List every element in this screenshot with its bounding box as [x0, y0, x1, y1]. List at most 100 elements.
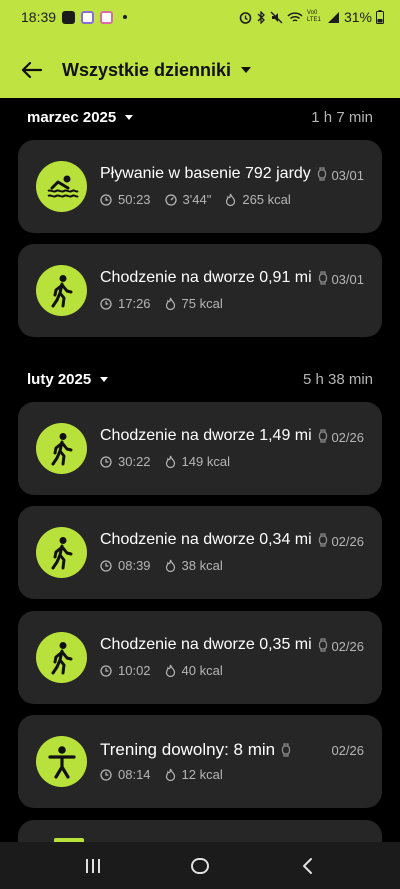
notification-app-icon: [62, 10, 76, 24]
flame-icon: [226, 193, 236, 206]
duration-value: 10:02: [118, 663, 151, 678]
flame-icon: [165, 768, 175, 781]
entry-date: 02/26: [331, 534, 364, 549]
recents-button[interactable]: [63, 846, 123, 886]
notification-app-icon: [81, 10, 95, 24]
duration-value: 17:26: [118, 296, 151, 311]
clock-icon: [100, 455, 112, 468]
duration-value: 08:14: [118, 767, 151, 782]
month-label: marzec 2025: [27, 108, 117, 126]
watch-icon: [317, 167, 326, 181]
signal-icon: [327, 11, 339, 23]
nav-back-button[interactable]: [277, 846, 337, 886]
recents-icon: [86, 858, 101, 873]
flame-icon: [165, 455, 175, 468]
calories-value: 149 kcal: [181, 454, 230, 469]
clock-icon: [100, 559, 112, 572]
flame-icon: [165, 559, 175, 572]
entry-date: 03/01: [331, 272, 364, 287]
mute-icon: [270, 11, 283, 23]
month-header[interactable]: marzec 2025 1 h 7 min: [27, 105, 373, 129]
status-time: 18:39: [21, 9, 57, 25]
entry-date: 02/26: [331, 430, 364, 445]
walking-icon: [36, 265, 87, 316]
walking-icon: [36, 527, 87, 578]
chevron-down-icon: [100, 376, 109, 382]
month-total-duration: 1 h 7 min: [311, 108, 373, 126]
header-area: 18:39 Vo0 LTE1 31% Wszystkie dzienniki: [0, 0, 400, 98]
duration-value: 50:23: [118, 192, 151, 207]
pace-value: 3'44": [182, 192, 212, 207]
status-bar: 18:39 Vo0 LTE1 31%: [0, 0, 400, 34]
entry-title-text: Pływanie w basenie 792 jardy: [100, 165, 311, 182]
watch-icon: [281, 743, 291, 757]
entry-title: Trening dowolny: 8 min: [100, 740, 291, 760]
alarm-icon: [239, 11, 252, 24]
month-total-duration: 5 h 38 min: [302, 370, 373, 388]
watch-icon: [318, 638, 327, 652]
log-entry-card[interactable]: Chodzenie na dworze 0,91 mi 03/01 17:26 …: [18, 244, 382, 337]
entry-date: 02/26: [331, 743, 364, 758]
duration-value: 08:39: [118, 558, 151, 573]
entry-date: 02/26: [331, 639, 364, 654]
notification-app-icon: [100, 10, 114, 24]
pace-icon: [164, 193, 177, 206]
duration-value: 30:22: [118, 454, 151, 469]
battery-level: 31%: [343, 9, 372, 25]
page-title: Wszystkie dzienniki: [62, 59, 232, 80]
watch-icon: [318, 429, 327, 443]
network-label: Vo0 LTE1: [306, 10, 321, 23]
bluetooth-icon: [257, 10, 265, 24]
entry-stats: 30:22 149 kcal: [100, 454, 244, 469]
entry-title-text: Trening dowolny: 8 min: [100, 740, 276, 759]
home-button[interactable]: [170, 846, 230, 886]
log-entry-card[interactable]: Chodzenie na dworze 0,35 mi 02/26 10:02 …: [18, 611, 382, 704]
calories-value: 38 kcal: [181, 558, 223, 573]
walking-icon: [36, 423, 87, 474]
chevron-down-icon: [125, 114, 134, 120]
arrow-left-icon: [21, 61, 42, 79]
entry-date: 03/01: [331, 168, 364, 183]
walking-icon: [36, 632, 87, 683]
calories-value: 75 kcal: [181, 296, 223, 311]
calories-value: 40 kcal: [181, 663, 223, 678]
calories-value: 12 kcal: [181, 767, 223, 782]
clock-icon: [100, 193, 112, 206]
battery-icon: [376, 10, 384, 24]
entry-stats: 10:02 40 kcal: [100, 663, 237, 678]
entry-stats: 08:14 12 kcal: [100, 767, 237, 782]
system-nav-bar: [0, 842, 400, 889]
app-bar: Wszystkie dzienniki: [0, 46, 400, 94]
entry-title: Pływanie w basenie 792 jardy: [100, 165, 327, 183]
person-icon: [36, 736, 87, 787]
month-label: luty 2025: [27, 370, 92, 388]
entry-title: Chodzenie na dworze 1,49 mi: [100, 427, 328, 445]
log-entry-card[interactable]: Chodzenie na dworze 1,49 mi 02/26 30:22 …: [18, 402, 382, 495]
calories-value: 265 kcal: [242, 192, 291, 207]
entry-title: Chodzenie na dworze 0,35 mi: [100, 636, 328, 654]
clock-icon: [100, 664, 112, 677]
log-entry-card[interactable]: Pływanie w basenie 792 jardy 03/01 50:23…: [18, 140, 382, 233]
month-header[interactable]: luty 2025 5 h 38 min: [27, 367, 373, 391]
back-button[interactable]: [0, 46, 62, 94]
entry-title-text: Chodzenie na dworze 0,91 mi: [100, 269, 312, 286]
log-entry-card[interactable]: Trening dowolny: 8 min 02/26 08:14 12 kc…: [18, 715, 382, 808]
log-filter-dropdown[interactable]: Wszystkie dzienniki: [62, 59, 252, 81]
entry-title: Chodzenie na dworze 0,34 mi: [100, 531, 328, 549]
watch-icon: [318, 533, 327, 547]
entry-stats: 50:23 3'44" 265 kcal: [100, 192, 305, 207]
chevron-down-icon: [241, 67, 252, 73]
entry-stats: 08:39 38 kcal: [100, 558, 237, 573]
more-notifications-icon: [123, 15, 128, 19]
entry-stats: 17:26 75 kcal: [100, 296, 237, 311]
entry-title-text: Chodzenie na dworze 0,34 mi: [100, 531, 312, 548]
entry-title: Chodzenie na dworze 0,91 mi: [100, 269, 328, 287]
flame-icon: [165, 664, 175, 677]
entry-title-text: Chodzenie na dworze 1,49 mi: [100, 427, 312, 444]
watch-icon: [318, 271, 327, 285]
log-entry-card[interactable]: Chodzenie na dworze 0,34 mi 02/26 08:39 …: [18, 506, 382, 599]
log-entry-card[interactable]: [18, 820, 382, 842]
back-chevron-icon: [302, 857, 312, 874]
entry-title-text: Chodzenie na dworze 0,35 mi: [100, 636, 312, 653]
home-icon: [190, 857, 209, 874]
